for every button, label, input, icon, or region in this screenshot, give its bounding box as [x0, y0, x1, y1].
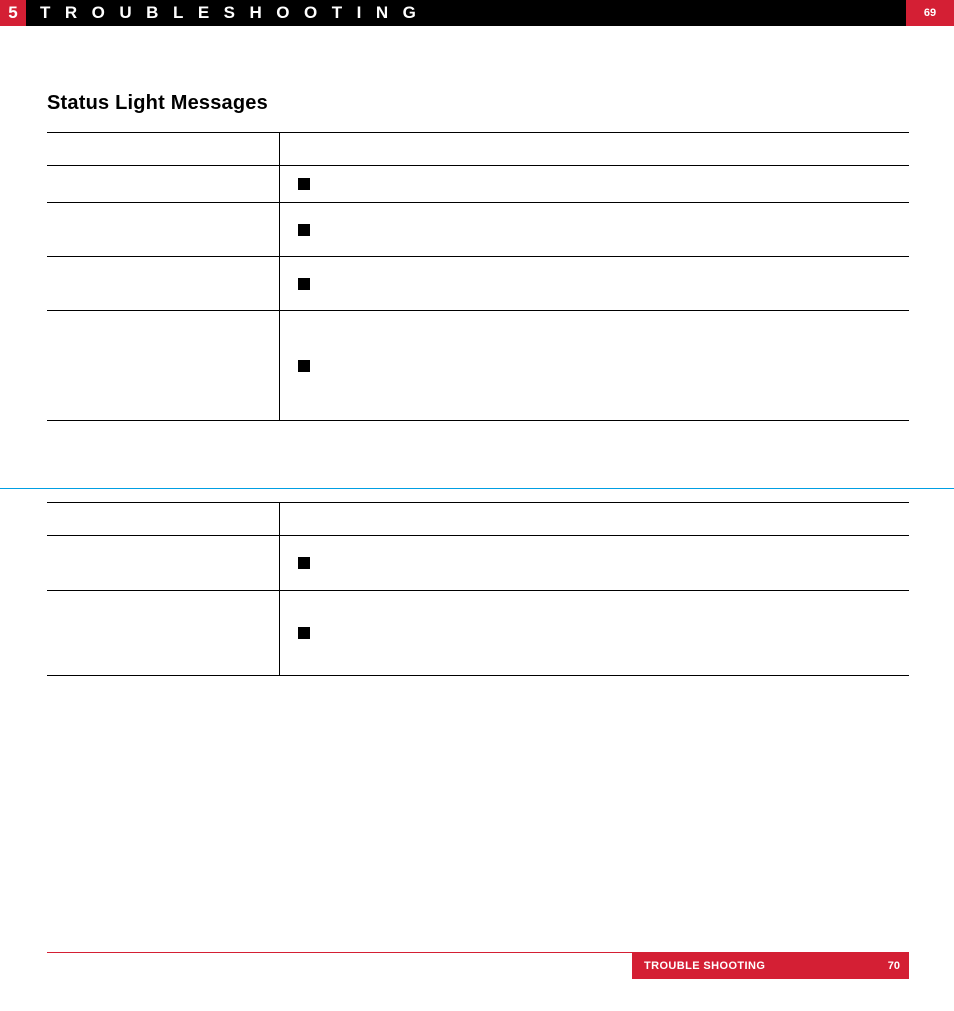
table-header-cell-right [279, 133, 909, 166]
status-light-table-1 [47, 132, 909, 421]
table-cell-right [279, 203, 909, 257]
table-cell-right [279, 166, 909, 203]
table-cell-right [279, 257, 909, 311]
bullet-square-icon [298, 557, 310, 569]
bullet-square-icon [298, 224, 310, 236]
table-row [47, 311, 909, 421]
table-cell-left [47, 311, 279, 421]
table-row [47, 257, 909, 311]
table-cell-right [279, 591, 909, 676]
chapter-title: TROUBLESHOOTING [40, 0, 430, 26]
table-cell-left [47, 257, 279, 311]
section-title: Status Light Messages [47, 92, 268, 115]
table-header-cell-left [47, 503, 279, 536]
table-cell-right [279, 536, 909, 591]
table-row [47, 536, 909, 591]
table-header-cell-left [47, 133, 279, 166]
page-number-top: 69 [906, 0, 954, 26]
table-header-cell-right [279, 503, 909, 536]
table-cell-left [47, 536, 279, 591]
bullet-square-icon [298, 278, 310, 290]
table-row [47, 591, 909, 676]
table-header [47, 503, 909, 536]
status-light-table-2 [47, 502, 909, 676]
table-row [47, 166, 909, 203]
bullet-square-icon [298, 627, 310, 639]
table-cell-left [47, 166, 279, 203]
table-cell-left [47, 591, 279, 676]
table-cell-right [279, 311, 909, 421]
manual-page-spread: 5 TROUBLESHOOTING 69 Status Light Messag… [0, 0, 954, 1011]
bullet-square-icon [298, 360, 310, 372]
chapter-number: 5 [0, 0, 26, 26]
bullet-square-icon [298, 178, 310, 190]
table-row [47, 203, 909, 257]
page-break-rule [0, 488, 954, 489]
table-cell-left [47, 203, 279, 257]
table-header [47, 133, 909, 166]
page-number-bottom: 70 [888, 953, 900, 979]
footer-chapter-label: TROUBLE SHOOTING [644, 953, 765, 979]
